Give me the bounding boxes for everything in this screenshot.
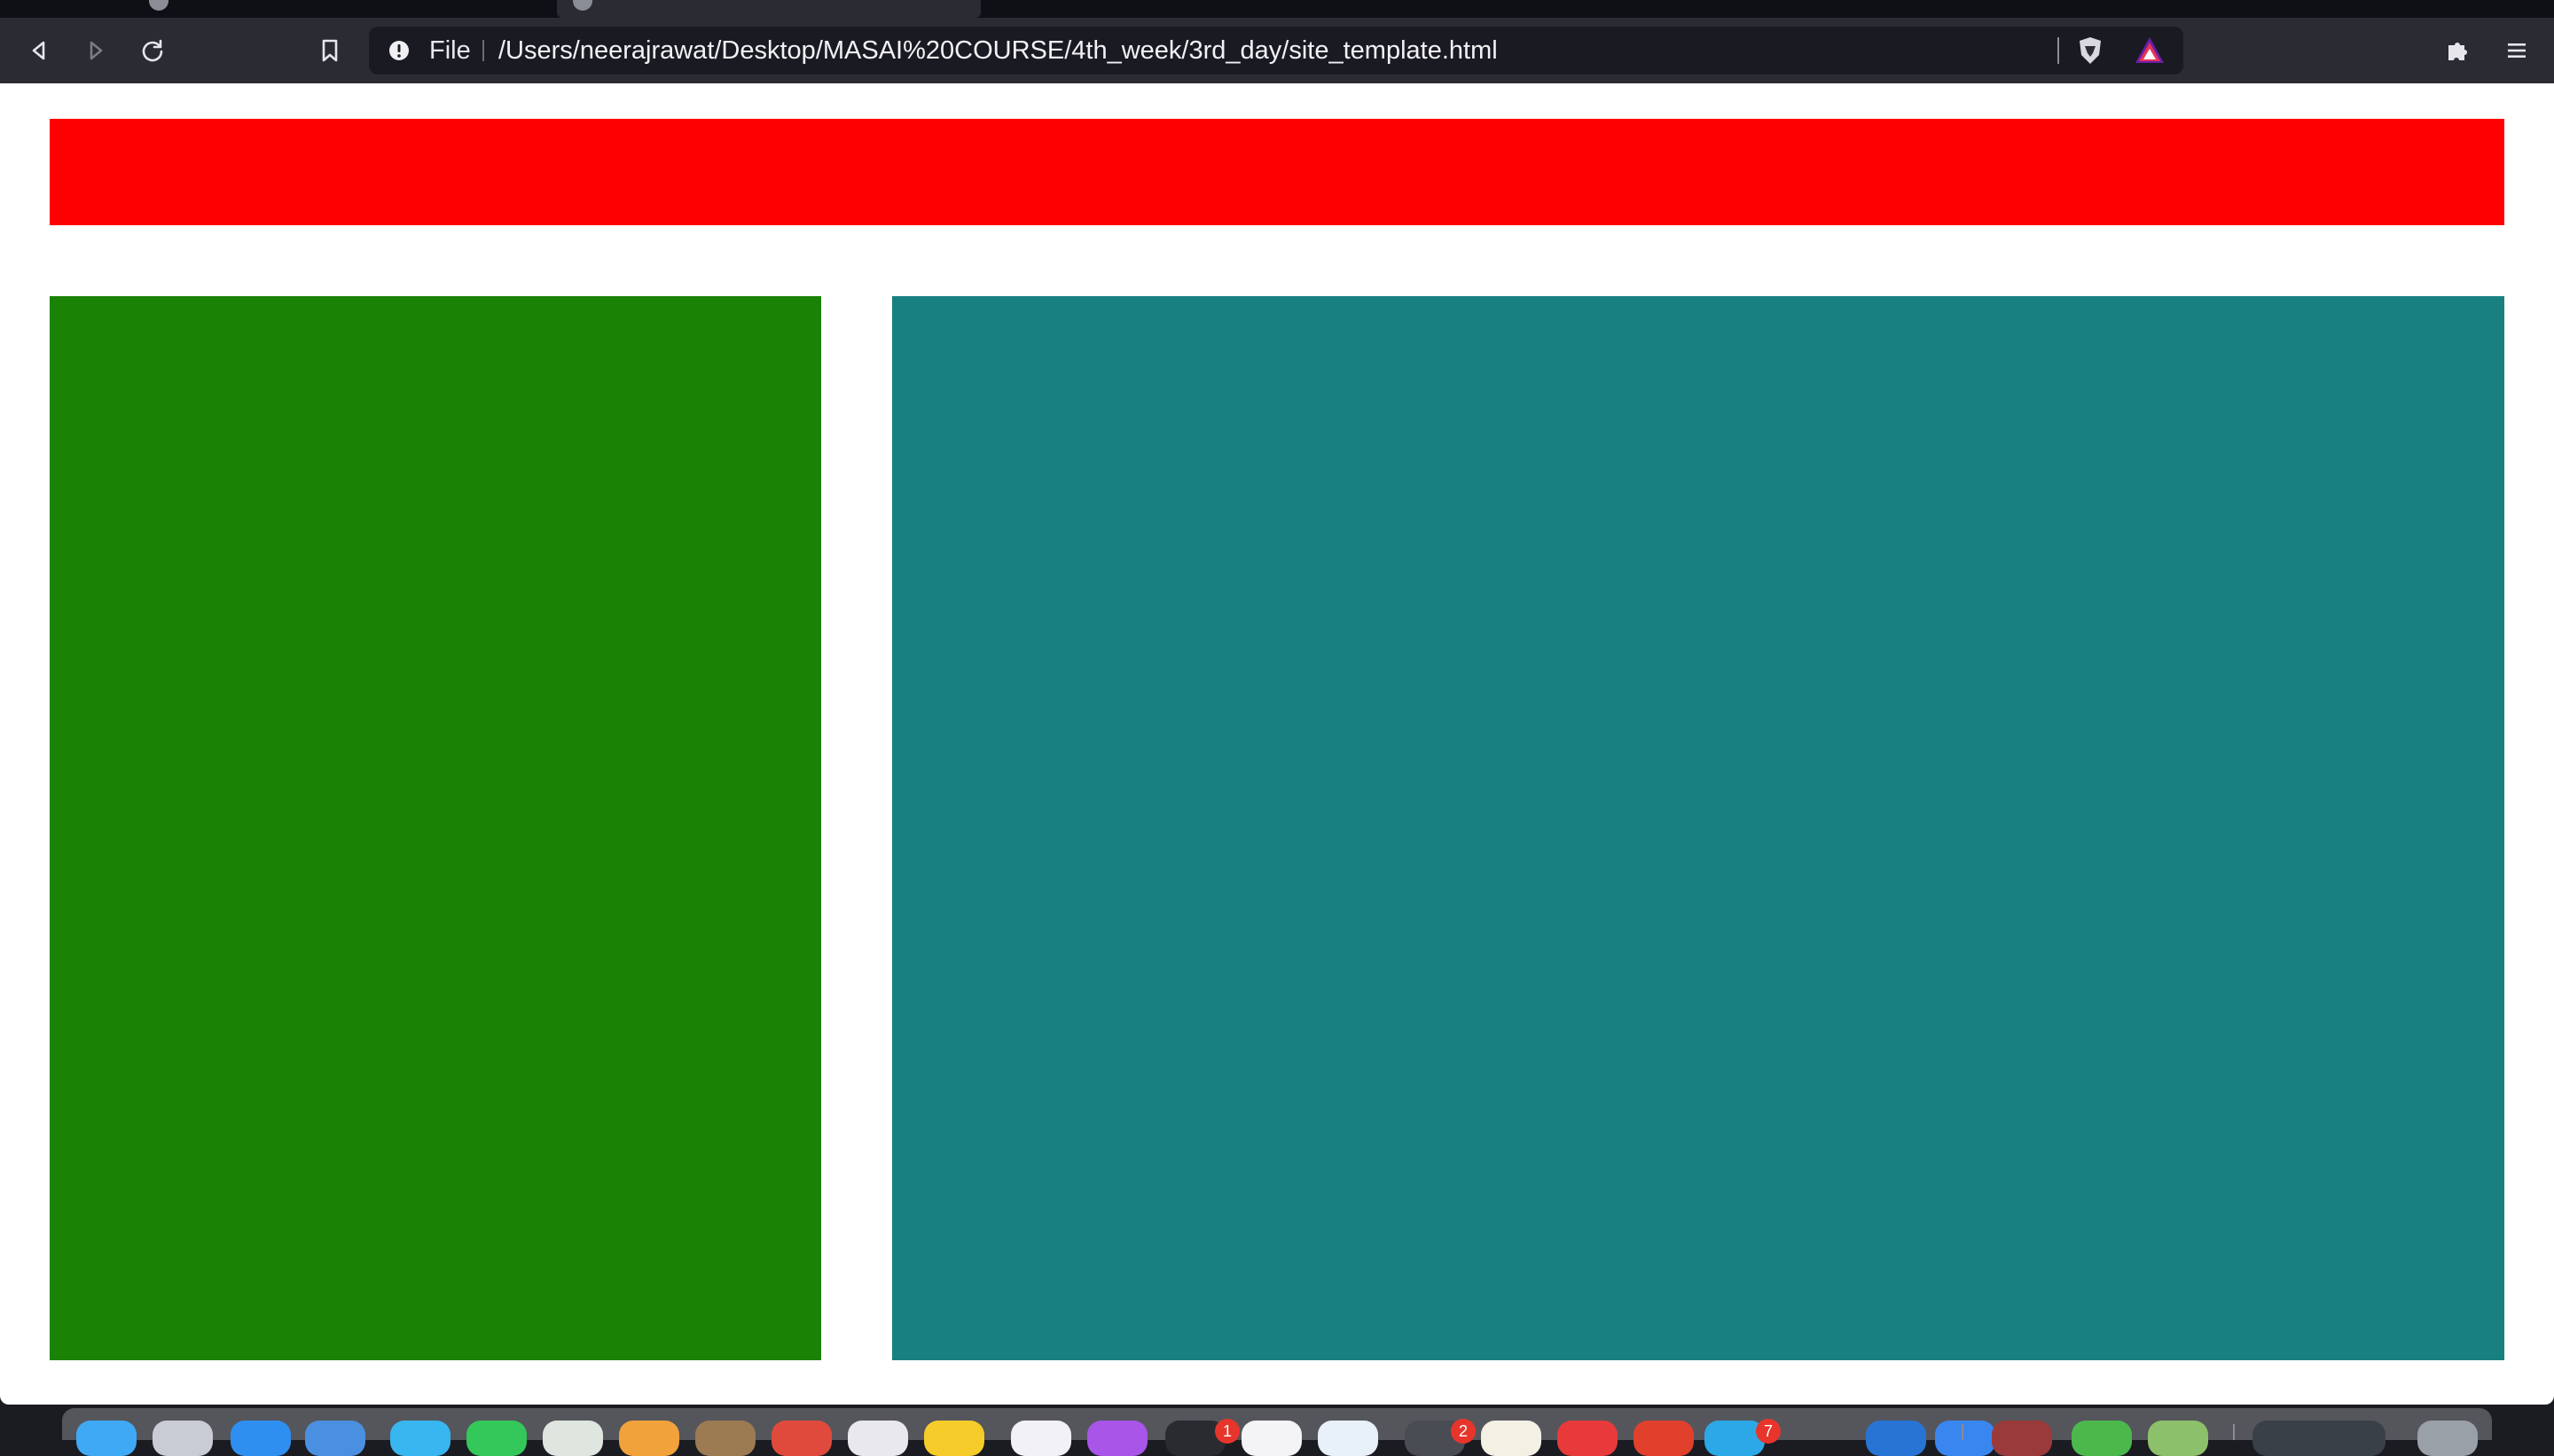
reload-button[interactable] [135, 33, 170, 68]
page-content [0, 83, 2554, 1405]
app-icon[interactable] [2072, 1421, 2132, 1456]
photos-icon[interactable] [619, 1421, 679, 1456]
podcasts-icon[interactable] [1087, 1421, 1148, 1456]
mail-icon[interactable] [305, 1421, 365, 1456]
numbers-icon[interactable] [1242, 1421, 1302, 1456]
url-text[interactable]: /Users/neerajrawat/Desktop/MASAI%20COURS… [498, 27, 1498, 74]
main-content-box [892, 296, 2504, 1360]
tab-favicon-icon [573, 0, 592, 11]
trash-icon[interactable] [2417, 1421, 2478, 1456]
tab-inactive[interactable] [133, 0, 550, 18]
forward-arrow-icon [90, 41, 103, 60]
launchpad-icon[interactable] [153, 1421, 213, 1456]
brave-rewards-icon[interactable] [2134, 35, 2166, 66]
tab-favicon-icon [149, 0, 168, 11]
app-icon[interactable] [1633, 1421, 1694, 1456]
vscode-icon[interactable] [1866, 1421, 1926, 1456]
twitter-icon[interactable] [1704, 1421, 1765, 1456]
address-bar[interactable]: File /Users/neerajrawat/Desktop/MASAI%20… [369, 27, 2183, 74]
sidebar-box [50, 296, 821, 1360]
reload-icon [142, 39, 163, 62]
menu-button[interactable] [2499, 33, 2534, 68]
facetime-icon[interactable] [466, 1421, 527, 1456]
forward-button[interactable] [78, 33, 114, 68]
url-divider [482, 40, 484, 61]
back-button[interactable] [21, 33, 57, 68]
browser-toolbar: File /Users/neerajrawat/Desktop/MASAI%20… [0, 18, 2554, 83]
music-icon[interactable] [1011, 1421, 1071, 1456]
app-icon[interactable] [2148, 1421, 2208, 1456]
tab-strip [0, 0, 2554, 18]
macos-dock: 1 2 7 [62, 1408, 2492, 1456]
reminders-icon[interactable] [848, 1421, 908, 1456]
new-tab-button[interactable] [988, 0, 1023, 18]
info-icon[interactable] [388, 40, 410, 61]
extensions-button[interactable] [2440, 33, 2476, 68]
notes-icon[interactable] [924, 1421, 984, 1456]
hamburger-menu-icon [2508, 43, 2526, 58]
url-scheme-label: File [429, 36, 471, 65]
downloads-stack-icon[interactable] [2252, 1421, 2386, 1456]
zoom-icon[interactable] [1935, 1421, 1995, 1456]
brave-shield-icon[interactable] [2075, 35, 2105, 66]
safari-icon[interactable] [231, 1421, 291, 1456]
app-icon[interactable] [1557, 1421, 1618, 1456]
tab-active[interactable] [557, 0, 981, 18]
maps-icon[interactable] [543, 1421, 603, 1456]
app-icon[interactable] [1992, 1421, 2052, 1456]
finder-icon[interactable] [76, 1421, 137, 1456]
xcode-icon[interactable] [1481, 1421, 1541, 1456]
keynote-icon[interactable] [1318, 1421, 1378, 1456]
url-divider [2057, 37, 2059, 64]
bookmark-button[interactable] [312, 33, 348, 68]
back-arrow-icon [32, 41, 45, 60]
messages-icon[interactable] [390, 1421, 450, 1456]
calendar-icon[interactable] [772, 1421, 832, 1456]
dock-divider [1962, 1424, 1963, 1440]
header-box [50, 119, 2504, 225]
puzzle-icon [2448, 43, 2467, 60]
contacts-icon[interactable] [695, 1421, 756, 1456]
dock-divider [2233, 1424, 2235, 1440]
browser-window: File /Users/neerajrawat/Desktop/MASAI%20… [0, 0, 2554, 1456]
bookmark-icon [322, 39, 338, 62]
